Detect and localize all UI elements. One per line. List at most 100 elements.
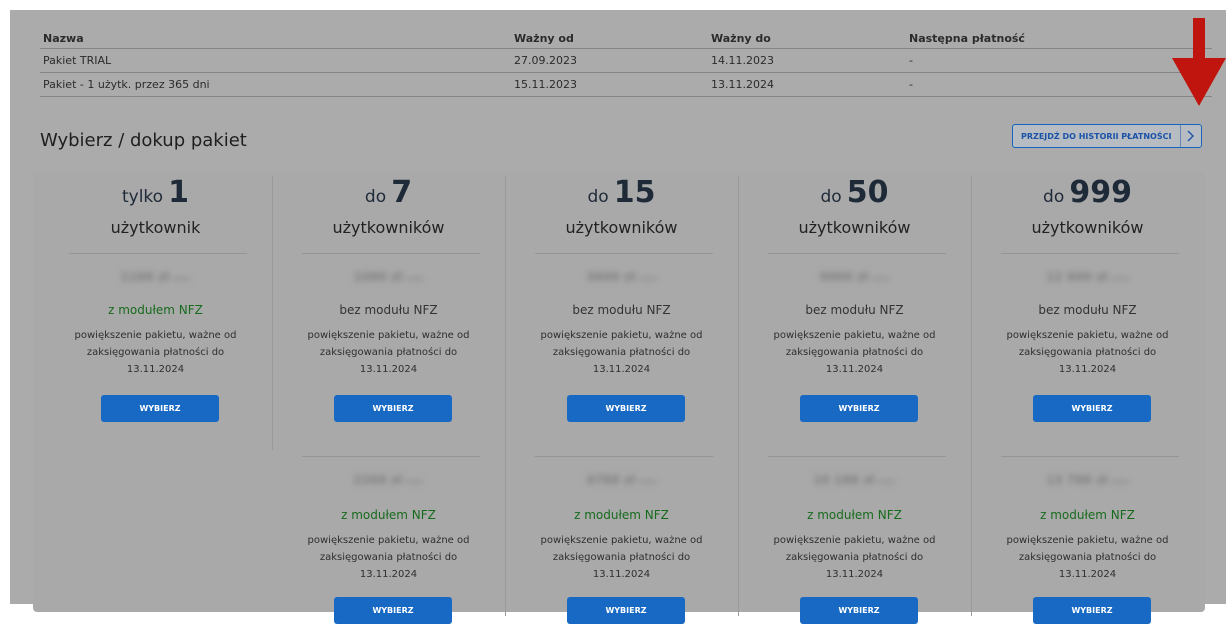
users-label: użytkowników [332, 218, 445, 237]
select-package-button[interactable]: WYBIERZ [1033, 395, 1151, 422]
price-value: 1080 zł [353, 270, 403, 284]
package-user-count: do 7 [272, 176, 505, 210]
select-package-button[interactable]: WYBIERZ [334, 597, 452, 624]
price-value: 2268 zł [353, 473, 403, 487]
description-line: 13.11.2024 [825, 364, 884, 375]
module-label: z modułem NFZ [1040, 508, 1135, 522]
divider [69, 253, 247, 254]
description-line: powiększenie pakietu, ważne od [74, 330, 237, 341]
package-card-15-users: do 15 użytkowników 3600 zł netto bez modu… [505, 172, 738, 624]
package-description: powiększenie pakietu, ważne od zaksięgow… [971, 532, 1204, 583]
price-value: 4788 zł [586, 473, 636, 487]
description-line: powiększenie pakietu, ważne od [540, 330, 703, 341]
price: 2268 zł netto [272, 473, 505, 487]
price-unit: netto [405, 478, 424, 486]
package-description: powiększenie pakietu, ważne od zaksięgow… [505, 327, 738, 378]
price: 4788 zł netto [505, 473, 738, 487]
package-description: powiększenie pakietu, ważne od zaksięgow… [272, 532, 505, 583]
select-package-button[interactable]: WYBIERZ [334, 395, 452, 422]
price: 9000 zł netto [738, 270, 971, 284]
payment-history-label: PRZEJDŹ DO HISTORII PŁATNOŚCI [1021, 131, 1172, 141]
description-line: zaksięgowania płatności do [319, 347, 458, 358]
select-package-button[interactable]: WYBIERZ [101, 395, 219, 422]
cell-name: Pakiet TRIAL [40, 48, 511, 73]
description-line: zaksięgowania płatności do [552, 552, 691, 563]
module-label: bez modułu NFZ [805, 303, 904, 317]
cell-valid-from: 15.11.2023 [511, 72, 708, 97]
count-number: 7 [391, 175, 413, 210]
description-line: 13.11.2024 [126, 364, 185, 375]
description-line: powiększenie pakietu, ważne od [773, 535, 936, 546]
package-description: powiększenie pakietu, ważne od zaksięgow… [738, 532, 971, 583]
package-description: powiększenie pakietu, ważne od zaksięgow… [505, 532, 738, 583]
price-unit: netto [638, 275, 657, 283]
select-package-button[interactable]: WYBIERZ [800, 395, 918, 422]
column-header-next-payment: Następna płatność [906, 28, 1212, 49]
divider [768, 253, 946, 254]
package-card-50-users: do 50 użytkowników 9000 zł netto bez modu… [738, 172, 971, 624]
payment-history-button[interactable]: PRZEJDŹ DO HISTORII PŁATNOŚCI [1012, 124, 1202, 148]
description-line: powiększenie pakietu, ważne od [307, 330, 470, 341]
cell-valid-to: 14.11.2023 [708, 48, 906, 73]
count-prefix: do [1043, 187, 1065, 207]
price-unit: netto [1110, 275, 1130, 283]
module-label: z modułem NFZ [574, 508, 669, 522]
count-prefix: tylko [121, 187, 164, 207]
price-unit: netto [172, 275, 191, 283]
select-package-button[interactable]: WYBIERZ [567, 395, 685, 422]
divider [302, 253, 480, 254]
select-package-button[interactable]: WYBIERZ [1033, 597, 1151, 624]
description-line: 13.11.2024 [825, 569, 884, 580]
description-line: 13.11.2024 [1058, 364, 1117, 375]
cell-valid-from: 27.09.2023 [511, 48, 708, 73]
select-package-button[interactable]: WYBIERZ [567, 597, 685, 624]
price: 13 788 zł netto [971, 473, 1204, 487]
price-unit: netto [871, 275, 890, 283]
count-number: 1 [168, 175, 190, 210]
divider [1001, 456, 1179, 457]
table-row: Pakiet - 1 użytk. przez 365 dni 15.11.20… [40, 72, 1212, 97]
price-value: 13 788 zł [1045, 473, 1108, 487]
select-package-button[interactable]: WYBIERZ [800, 597, 918, 624]
divider [1001, 253, 1179, 254]
description-line: zaksięgowania płatności do [86, 347, 225, 358]
column-header-name: Nazwa [40, 28, 511, 49]
price-unit: netto [638, 478, 657, 486]
package-user-count: do 999 [971, 176, 1204, 210]
module-label: z modułem NFZ [341, 508, 436, 522]
price: 1188 zł netto [39, 270, 272, 284]
description-line: zaksięgowania płatności do [785, 552, 924, 563]
cell-next-payment: - [906, 48, 1212, 73]
cell-name: Pakiet - 1 użytk. przez 365 dni [40, 72, 511, 97]
price-unit: netto [1110, 478, 1130, 486]
users-label: użytkownik [110, 218, 201, 237]
description-line: 13.11.2024 [592, 569, 651, 580]
package-description: powiększenie pakietu, ważne od zaksięgow… [39, 327, 272, 378]
divider [535, 253, 713, 254]
divider [768, 456, 946, 457]
description-line: powiększenie pakietu, ważne od [1006, 535, 1169, 546]
price: 12 600 zł netto [971, 270, 1204, 284]
users-label: użytkowników [565, 218, 678, 237]
table-header-row: Nazwa Ważny od Ważny do Następna płatnoś… [40, 28, 1212, 49]
count-prefix: do [587, 187, 609, 207]
module-label: bez modułu NFZ [339, 303, 438, 317]
package-description: powiększenie pakietu, ważne od zaksięgow… [738, 327, 971, 378]
price-value: 10 188 zł [812, 473, 875, 487]
description-line: powiększenie pakietu, ważne od [773, 330, 936, 341]
description-line: 13.11.2024 [359, 364, 418, 375]
price-value: 9000 zł [819, 270, 869, 284]
package-description: powiększenie pakietu, ważne od zaksięgow… [971, 327, 1204, 378]
price-value: 1188 zł [120, 270, 170, 284]
price: 10 188 zł netto [738, 473, 971, 487]
description-line: zaksięgowania płatności do [1018, 552, 1157, 563]
divider [535, 456, 713, 457]
package-user-count: tylko 1 [39, 176, 272, 210]
count-prefix: do [820, 187, 842, 207]
module-label: z modułem NFZ [807, 508, 902, 522]
price-unit: netto [877, 478, 897, 486]
column-header-valid-from: Ważny od [511, 28, 708, 49]
description-line: powiększenie pakietu, ważne od [307, 535, 470, 546]
count-number: 50 [846, 175, 889, 210]
package-description: powiększenie pakietu, ważne od zaksięgow… [272, 327, 505, 378]
